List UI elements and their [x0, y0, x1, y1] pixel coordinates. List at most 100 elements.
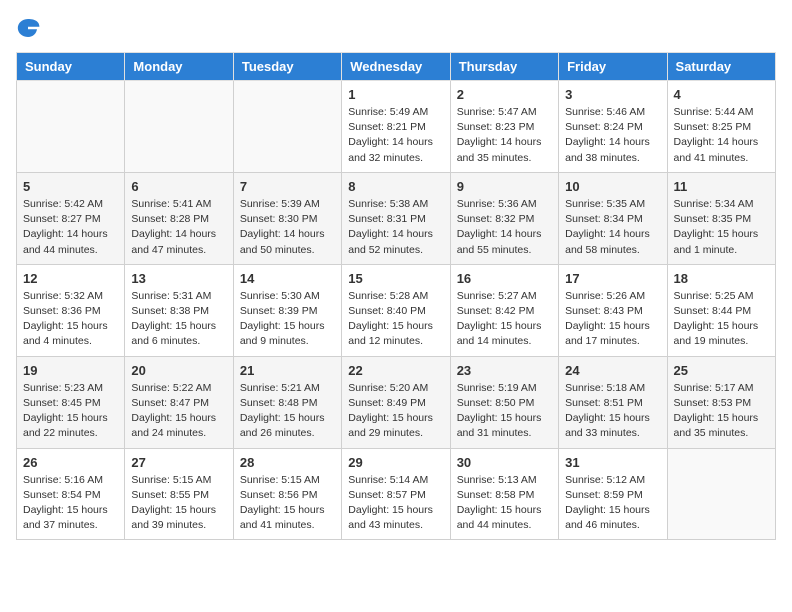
calendar-header-tuesday: Tuesday	[233, 53, 341, 81]
day-number: 2	[457, 87, 552, 102]
day-info: Sunrise: 5:22 AM Sunset: 8:47 PM Dayligh…	[131, 381, 226, 442]
day-number: 25	[674, 363, 769, 378]
calendar-cell: 30 Sunrise: 5:13 AM Sunset: 8:58 PM Dayli…	[450, 448, 558, 540]
calendar-cell: 17Sunrise: 5:26 AM Sunset: 8:43 PM Dayli…	[559, 264, 667, 356]
day-info: Sunrise: 5:31 AM Sunset: 8:38 PM Dayligh…	[131, 289, 226, 350]
calendar-cell: 15 Sunrise: 5:28 AM Sunset: 8:40 PM Dayli…	[342, 264, 450, 356]
calendar-cell: 2 Sunrise: 5:47 AM Sunset: 8:23 PM Daylig…	[450, 81, 558, 173]
day-info: Sunrise: 5:46 AM Sunset: 8:24 PM Dayligh…	[565, 105, 660, 166]
day-info: Sunrise: 5:32 AM Sunset: 8:36 PM Dayligh…	[23, 289, 118, 350]
calendar-table: SundayMondayTuesdayWednesdayThursdayFrid…	[16, 52, 776, 540]
day-number: 30	[457, 455, 552, 470]
day-info: Sunrise: 5:14 AM Sunset: 8:57 PM Dayligh…	[348, 473, 443, 534]
day-info: Sunrise: 5:16 AM Sunset: 8:54 PM Dayligh…	[23, 473, 118, 534]
day-info: Sunrise: 5:21 AM Sunset: 8:48 PM Dayligh…	[240, 381, 335, 442]
calendar-cell	[667, 448, 775, 540]
calendar-cell: 3 Sunrise: 5:46 AM Sunset: 8:24 PM Daylig…	[559, 81, 667, 173]
day-number: 22	[348, 363, 443, 378]
day-number: 9	[457, 179, 552, 194]
calendar-cell: 25 Sunrise: 5:17 AM Sunset: 8:53 PM Dayli…	[667, 356, 775, 448]
day-info: Sunrise: 5:36 AM Sunset: 8:32 PM Dayligh…	[457, 197, 552, 258]
day-number: 23	[457, 363, 552, 378]
calendar-cell: 16 Sunrise: 5:27 AM Sunset: 8:42 PM Dayli…	[450, 264, 558, 356]
day-info: Sunrise: 5:42 AM Sunset: 8:27 PM Dayligh…	[23, 197, 118, 258]
calendar-cell: 11 Sunrise: 5:34 AM Sunset: 8:35 PM Dayli…	[667, 172, 775, 264]
calendar-cell: 21 Sunrise: 5:21 AM Sunset: 8:48 PM Dayli…	[233, 356, 341, 448]
day-info: Sunrise: 5:15 AM Sunset: 8:56 PM Dayligh…	[240, 473, 335, 534]
calendar-cell: 26 Sunrise: 5:16 AM Sunset: 8:54 PM Dayli…	[17, 448, 125, 540]
day-number: 29	[348, 455, 443, 470]
day-info: Sunrise: 5:39 AM Sunset: 8:30 PM Dayligh…	[240, 197, 335, 258]
day-info: Sunrise: 5:38 AM Sunset: 8:31 PM Dayligh…	[348, 197, 443, 258]
day-info: Sunrise: 5:15 AM Sunset: 8:55 PM Dayligh…	[131, 473, 226, 534]
calendar-cell: 23 Sunrise: 5:19 AM Sunset: 8:50 PM Dayli…	[450, 356, 558, 448]
day-number: 5	[23, 179, 118, 194]
day-info: Sunrise: 5:23 AM Sunset: 8:45 PM Dayligh…	[23, 381, 118, 442]
day-number: 19	[23, 363, 118, 378]
day-info: Sunrise: 5:35 AM Sunset: 8:34 PM Dayligh…	[565, 197, 660, 258]
calendar-cell: 31Sunrise: 5:12 AM Sunset: 8:59 PM Dayli…	[559, 448, 667, 540]
calendar-cell: 6Sunrise: 5:41 AM Sunset: 8:28 PM Daylig…	[125, 172, 233, 264]
calendar-cell	[17, 81, 125, 173]
day-info: Sunrise: 5:25 AM Sunset: 8:44 PM Dayligh…	[674, 289, 769, 350]
calendar-cell: 4Sunrise: 5:44 AM Sunset: 8:25 PM Daylig…	[667, 81, 775, 173]
day-info: Sunrise: 5:44 AM Sunset: 8:25 PM Dayligh…	[674, 105, 769, 166]
calendar-header-row: SundayMondayTuesdayWednesdayThursdayFrid…	[17, 53, 776, 81]
calendar-header-saturday: Saturday	[667, 53, 775, 81]
calendar-cell: 18 Sunrise: 5:25 AM Sunset: 8:44 PM Dayli…	[667, 264, 775, 356]
day-number: 18	[674, 271, 769, 286]
calendar-cell: 28 Sunrise: 5:15 AM Sunset: 8:56 PM Dayli…	[233, 448, 341, 540]
day-info: Sunrise: 5:18 AM Sunset: 8:51 PM Dayligh…	[565, 381, 660, 442]
day-number: 27	[131, 455, 226, 470]
day-number: 21	[240, 363, 335, 378]
calendar-cell: 22 Sunrise: 5:20 AM Sunset: 8:49 PM Dayli…	[342, 356, 450, 448]
calendar-cell: 13 Sunrise: 5:31 AM Sunset: 8:38 PM Dayli…	[125, 264, 233, 356]
day-number: 20	[131, 363, 226, 378]
calendar-cell: 1Sunrise: 5:49 AM Sunset: 8:21 PM Daylig…	[342, 81, 450, 173]
calendar-cell: 29 Sunrise: 5:14 AM Sunset: 8:57 PM Dayli…	[342, 448, 450, 540]
calendar-cell: 8 Sunrise: 5:38 AM Sunset: 8:31 PM Daylig…	[342, 172, 450, 264]
day-number: 10	[565, 179, 660, 194]
calendar-cell: 24 Sunrise: 5:18 AM Sunset: 8:51 PM Dayli…	[559, 356, 667, 448]
day-info: Sunrise: 5:13 AM Sunset: 8:58 PM Dayligh…	[457, 473, 552, 534]
calendar-week-row: 5 Sunrise: 5:42 AM Sunset: 8:27 PM Daylig…	[17, 172, 776, 264]
day-info: Sunrise: 5:34 AM Sunset: 8:35 PM Dayligh…	[674, 197, 769, 258]
day-info: Sunrise: 5:19 AM Sunset: 8:50 PM Dayligh…	[457, 381, 552, 442]
day-number: 11	[674, 179, 769, 194]
day-number: 16	[457, 271, 552, 286]
day-number: 24	[565, 363, 660, 378]
calendar-week-row: 26 Sunrise: 5:16 AM Sunset: 8:54 PM Dayli…	[17, 448, 776, 540]
calendar-cell: 12Sunrise: 5:32 AM Sunset: 8:36 PM Dayli…	[17, 264, 125, 356]
day-info: Sunrise: 5:20 AM Sunset: 8:49 PM Dayligh…	[348, 381, 443, 442]
calendar-header-wednesday: Wednesday	[342, 53, 450, 81]
day-info: Sunrise: 5:26 AM Sunset: 8:43 PM Dayligh…	[565, 289, 660, 350]
calendar-cell: 10 Sunrise: 5:35 AM Sunset: 8:34 PM Dayli…	[559, 172, 667, 264]
day-info: Sunrise: 5:30 AM Sunset: 8:39 PM Dayligh…	[240, 289, 335, 350]
day-number: 26	[23, 455, 118, 470]
day-info: Sunrise: 5:17 AM Sunset: 8:53 PM Dayligh…	[674, 381, 769, 442]
page-header	[16, 16, 776, 40]
calendar-cell: 7 Sunrise: 5:39 AM Sunset: 8:30 PM Daylig…	[233, 172, 341, 264]
day-number: 3	[565, 87, 660, 102]
day-info: Sunrise: 5:12 AM Sunset: 8:59 PM Dayligh…	[565, 473, 660, 534]
calendar-week-row: 19 Sunrise: 5:23 AM Sunset: 8:45 PM Dayli…	[17, 356, 776, 448]
calendar-cell: 20 Sunrise: 5:22 AM Sunset: 8:47 PM Dayli…	[125, 356, 233, 448]
logo	[16, 16, 44, 40]
calendar-header-friday: Friday	[559, 53, 667, 81]
calendar-cell: 19 Sunrise: 5:23 AM Sunset: 8:45 PM Dayli…	[17, 356, 125, 448]
calendar-cell	[233, 81, 341, 173]
day-number: 15	[348, 271, 443, 286]
day-info: Sunrise: 5:28 AM Sunset: 8:40 PM Dayligh…	[348, 289, 443, 350]
calendar-header-sunday: Sunday	[17, 53, 125, 81]
day-number: 13	[131, 271, 226, 286]
calendar-cell: 14Sunrise: 5:30 AM Sunset: 8:39 PM Dayli…	[233, 264, 341, 356]
calendar-cell: 9 Sunrise: 5:36 AM Sunset: 8:32 PM Daylig…	[450, 172, 558, 264]
day-number: 28	[240, 455, 335, 470]
day-number: 6	[131, 179, 226, 194]
day-info: Sunrise: 5:47 AM Sunset: 8:23 PM Dayligh…	[457, 105, 552, 166]
day-info: Sunrise: 5:27 AM Sunset: 8:42 PM Dayligh…	[457, 289, 552, 350]
logo-icon	[16, 16, 40, 40]
day-number: 7	[240, 179, 335, 194]
calendar-header-thursday: Thursday	[450, 53, 558, 81]
day-number: 8	[348, 179, 443, 194]
